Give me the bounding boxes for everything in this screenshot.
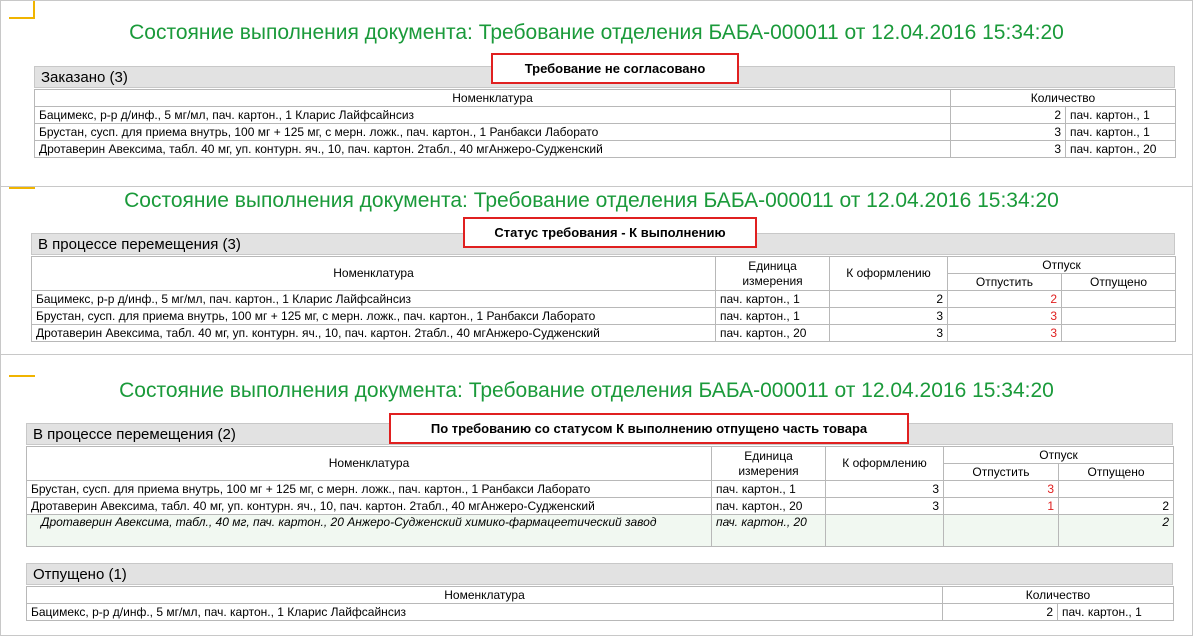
report-panel-partial-release: Состояние выполнения документа: Требован… — [0, 354, 1193, 636]
cell-name: Бацимекс, р-р д/инф., 5 мг/мл, пач. карт… — [26, 603, 943, 621]
cell-released: 2 — [1057, 514, 1175, 547]
table-row[interactable]: Дротаверин Авексима, табл. 40 мг, уп. ко… — [34, 140, 1177, 158]
cell-to-process: 3 — [829, 307, 948, 325]
cell-to-release: 2 — [947, 290, 1062, 308]
col-header-to-process: К оформлению — [825, 446, 944, 481]
col-header-nomenclature: Номенклатура — [26, 446, 712, 481]
cell-name: Дротаверин Авексима, табл., 40 мг, пач. … — [26, 514, 712, 547]
cell-to-release: 3 — [947, 307, 1062, 325]
cell-to-process: 3 — [825, 497, 944, 515]
section-header-released: Отпущено (1) — [26, 563, 1173, 585]
col-header-quantity: Количество — [949, 89, 1177, 107]
report-title: Состояние выполнения документа: Требован… — [124, 189, 1059, 212]
cell-unit: пач. картон., 20 — [711, 497, 826, 515]
cell-name: Брустан, сусп. для приема внутрь, 100 мг… — [31, 307, 716, 325]
table-row[interactable]: Брустан, сусп. для приема внутрь, 100 мг… — [26, 480, 1175, 498]
table-row[interactable]: Бацимекс, р-р д/инф., 5 мг/мл, пач. карт… — [31, 290, 1177, 308]
status-callout: Требование не согласовано — [491, 53, 739, 84]
corner-marker — [9, 375, 35, 377]
cell-to-process: 3 — [829, 324, 948, 342]
cell-name: Бацимекс, р-р д/инф., 5 мг/мл, пач. карт… — [31, 290, 716, 308]
cell-released — [1060, 307, 1177, 325]
table-subrow[interactable]: Дротаверин Авексима, табл., 40 мг, пач. … — [26, 514, 1175, 547]
col-header-unit: Единица измерения — [711, 446, 826, 481]
table-row[interactable]: Бацимекс, р-р д/инф., 5 мг/мл, пач. карт… — [26, 603, 1175, 621]
cell-released — [1060, 324, 1177, 342]
released-table: Номенклатура Количество Бацимекс, р-р д/… — [26, 586, 1175, 621]
cell-unit: пач. картон., 20 — [1064, 140, 1177, 158]
cell-to-process — [825, 514, 944, 547]
cell-to-release: 3 — [943, 480, 1059, 498]
col-header-nomenclature: Номенклатура — [34, 89, 951, 107]
cell-unit: пач. картон., 1 — [711, 480, 826, 498]
cell-unit: пач. картон., 1 — [1064, 106, 1177, 124]
col-header-unit: Единица измерения — [715, 256, 830, 291]
in-transfer-table: Номенклатура Единица измерения К оформле… — [26, 446, 1175, 547]
col-header-nomenclature: Номенклатура — [31, 256, 716, 291]
cell-to-release — [943, 514, 1059, 547]
cell-released — [1060, 290, 1177, 308]
cell-unit: пач. картон., 1 — [1064, 123, 1177, 141]
cell-to-process: 3 — [825, 480, 944, 498]
col-header-release: Отпуск — [942, 446, 1175, 464]
cell-unit: пач. картон., 1 — [1056, 603, 1175, 621]
corner-marker — [9, 17, 35, 19]
col-header-released: Отпущено — [1057, 463, 1175, 481]
col-header-nomenclature: Номенклатура — [26, 586, 943, 604]
col-header-to-process: К оформлению — [829, 256, 948, 291]
cell-released — [1057, 480, 1175, 498]
col-header-to-release: Отпустить — [947, 273, 1062, 291]
ordered-table: Номенклатура Количество Бацимекс, р-р д/… — [34, 89, 1177, 158]
cell-qty: 3 — [950, 123, 1066, 141]
cell-unit: пач. картон., 20 — [711, 514, 826, 547]
cell-name: Дротаверин Авексима, табл. 40 мг, уп. ко… — [31, 324, 716, 342]
col-header-quantity: Количество — [941, 586, 1175, 604]
report-title: Состояние выполнения документа: Требован… — [129, 21, 1064, 44]
cell-name: Брустан, сусп. для приема внутрь, 100 мг… — [34, 123, 951, 141]
table-row[interactable]: Дротаверин Авексима, табл. 40 мг, уп. ко… — [31, 324, 1177, 342]
cell-unit: пач. картон., 1 — [715, 290, 830, 308]
status-callout: Статус требования - К выполнению — [463, 217, 757, 248]
status-callout: По требованию со статусом К выполнению о… — [389, 413, 909, 444]
cell-to-process: 2 — [829, 290, 948, 308]
in-transfer-table: Номенклатура Единица измерения К оформле… — [31, 256, 1177, 342]
table-row[interactable]: Бацимекс, р-р д/инф., 5 мг/мл, пач. карт… — [34, 106, 1177, 124]
report-panel-ordered: Состояние выполнения документа: Требован… — [0, 0, 1193, 188]
cell-to-release: 3 — [947, 324, 1062, 342]
cell-name: Брустан, сусп. для приема внутрь, 100 мг… — [26, 480, 712, 498]
table-row[interactable]: Брустан, сусп. для приема внутрь, 100 мг… — [31, 307, 1177, 325]
report-title: Состояние выполнения документа: Требован… — [119, 379, 1054, 402]
cell-qty: 3 — [950, 140, 1066, 158]
cell-qty: 2 — [950, 106, 1066, 124]
cell-name: Бацимекс, р-р д/инф., 5 мг/мл, пач. карт… — [34, 106, 951, 124]
table-row[interactable]: Дротаверин Авексима, табл. 40 мг, уп. ко… — [26, 497, 1175, 515]
col-header-release: Отпуск — [946, 256, 1177, 274]
cell-to-release: 1 — [943, 497, 1059, 515]
cell-unit: пач. картон., 20 — [715, 324, 830, 342]
cell-name: Дротаверин Авексима, табл. 40 мг, уп. ко… — [26, 497, 712, 515]
report-panel-in-transfer: Состояние выполнения документа: Требован… — [0, 186, 1193, 356]
col-header-to-release: Отпустить — [943, 463, 1059, 481]
cell-qty: 2 — [942, 603, 1058, 621]
cell-name: Дротаверин Авексима, табл. 40 мг, уп. ко… — [34, 140, 951, 158]
cell-released: 2 — [1057, 497, 1175, 515]
table-row[interactable]: Брустан, сусп. для приема внутрь, 100 мг… — [34, 123, 1177, 141]
col-header-released: Отпущено — [1060, 273, 1177, 291]
cell-unit: пач. картон., 1 — [715, 307, 830, 325]
